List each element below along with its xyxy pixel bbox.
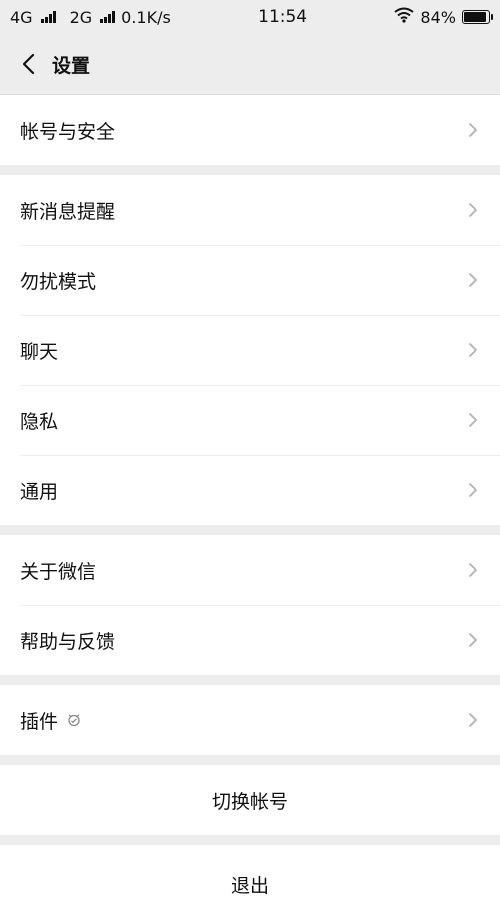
chevron-right-icon [466,633,480,647]
battery-percent: 84% [420,7,456,27]
chevron-right-icon [466,563,480,577]
group-spacer [0,835,500,845]
group-spacer [0,165,500,175]
settings-item-help-feedback[interactable]: 帮助与反馈 [0,605,500,675]
settings-item-label: 勿扰模式 [20,270,97,293]
signal-icon [40,11,56,23]
about-group: 关于微信 帮助与反馈 [0,535,500,675]
group-spacer [0,755,500,765]
wifi-icon [394,7,415,27]
general-group: 新消息提醒 勿扰模式 聊天 隐私 通用 [0,175,500,525]
settings-item-label: 帮助与反馈 [20,630,116,653]
group-spacer [0,675,500,685]
settings-item-new-message-alert[interactable]: 新消息提醒 [0,175,500,245]
nav-bar: 设置 [0,34,500,95]
settings-item-privacy[interactable]: 隐私 [0,385,500,455]
status-time: 11:54 [258,7,308,27]
signal-icon [100,11,116,23]
status-left: 4G 2G 0.1K/s [10,8,171,27]
group-spacer [0,525,500,535]
settings-item-label: 关于微信 [20,560,97,583]
settings-item-about-wechat[interactable]: 关于微信 [0,535,500,605]
chevron-right-icon [466,203,480,217]
settings-item-chat[interactable]: 聊天 [0,315,500,385]
status-bar: 4G 2G 0.1K/s 11:54 84% [0,0,500,34]
chevron-right-icon [466,343,480,357]
page-title: 设置 [52,54,91,77]
logout-label: 退出 [230,875,269,897]
settings-item-plugins[interactable]: 插件 [0,685,500,755]
plugin-icon [66,712,82,728]
battery-icon [461,10,493,24]
back-button[interactable] [4,34,52,94]
logout-button[interactable]: 退出 [0,845,500,898]
chevron-right-icon [466,273,480,287]
settings-item-label: 新消息提醒 [20,200,116,223]
chevron-right-icon [466,483,480,497]
status-right: 84% [394,7,493,27]
settings-item-label: 聊天 [20,340,59,363]
switch-account-label: 切换帐号 [211,790,288,813]
battery-level [463,12,486,22]
chevron-right-icon [466,123,480,137]
settings-item-general[interactable]: 通用 [0,455,500,525]
chevron-right-icon [466,413,480,427]
plugins-group: 插件 [0,685,500,755]
switch-account-button[interactable]: 切换帐号 [0,765,500,835]
network-1-label: 4G [10,7,33,27]
settings-item-label: 隐私 [20,410,59,433]
settings-item-label: 插件 [20,710,59,733]
settings-item-do-not-disturb[interactable]: 勿扰模式 [0,245,500,315]
chevron-left-icon [22,53,35,75]
account-group: 帐号与安全 [0,95,500,165]
settings-item-label: 帐号与安全 [20,120,116,143]
settings-item-label-wrap: 插件 [20,707,466,734]
network-speed: 0.1K/s [121,7,171,27]
network-2-label: 2G [69,7,93,27]
chevron-right-icon [466,713,480,727]
settings-item-label: 通用 [20,480,59,503]
settings-item-account-security[interactable]: 帐号与安全 [0,95,500,165]
